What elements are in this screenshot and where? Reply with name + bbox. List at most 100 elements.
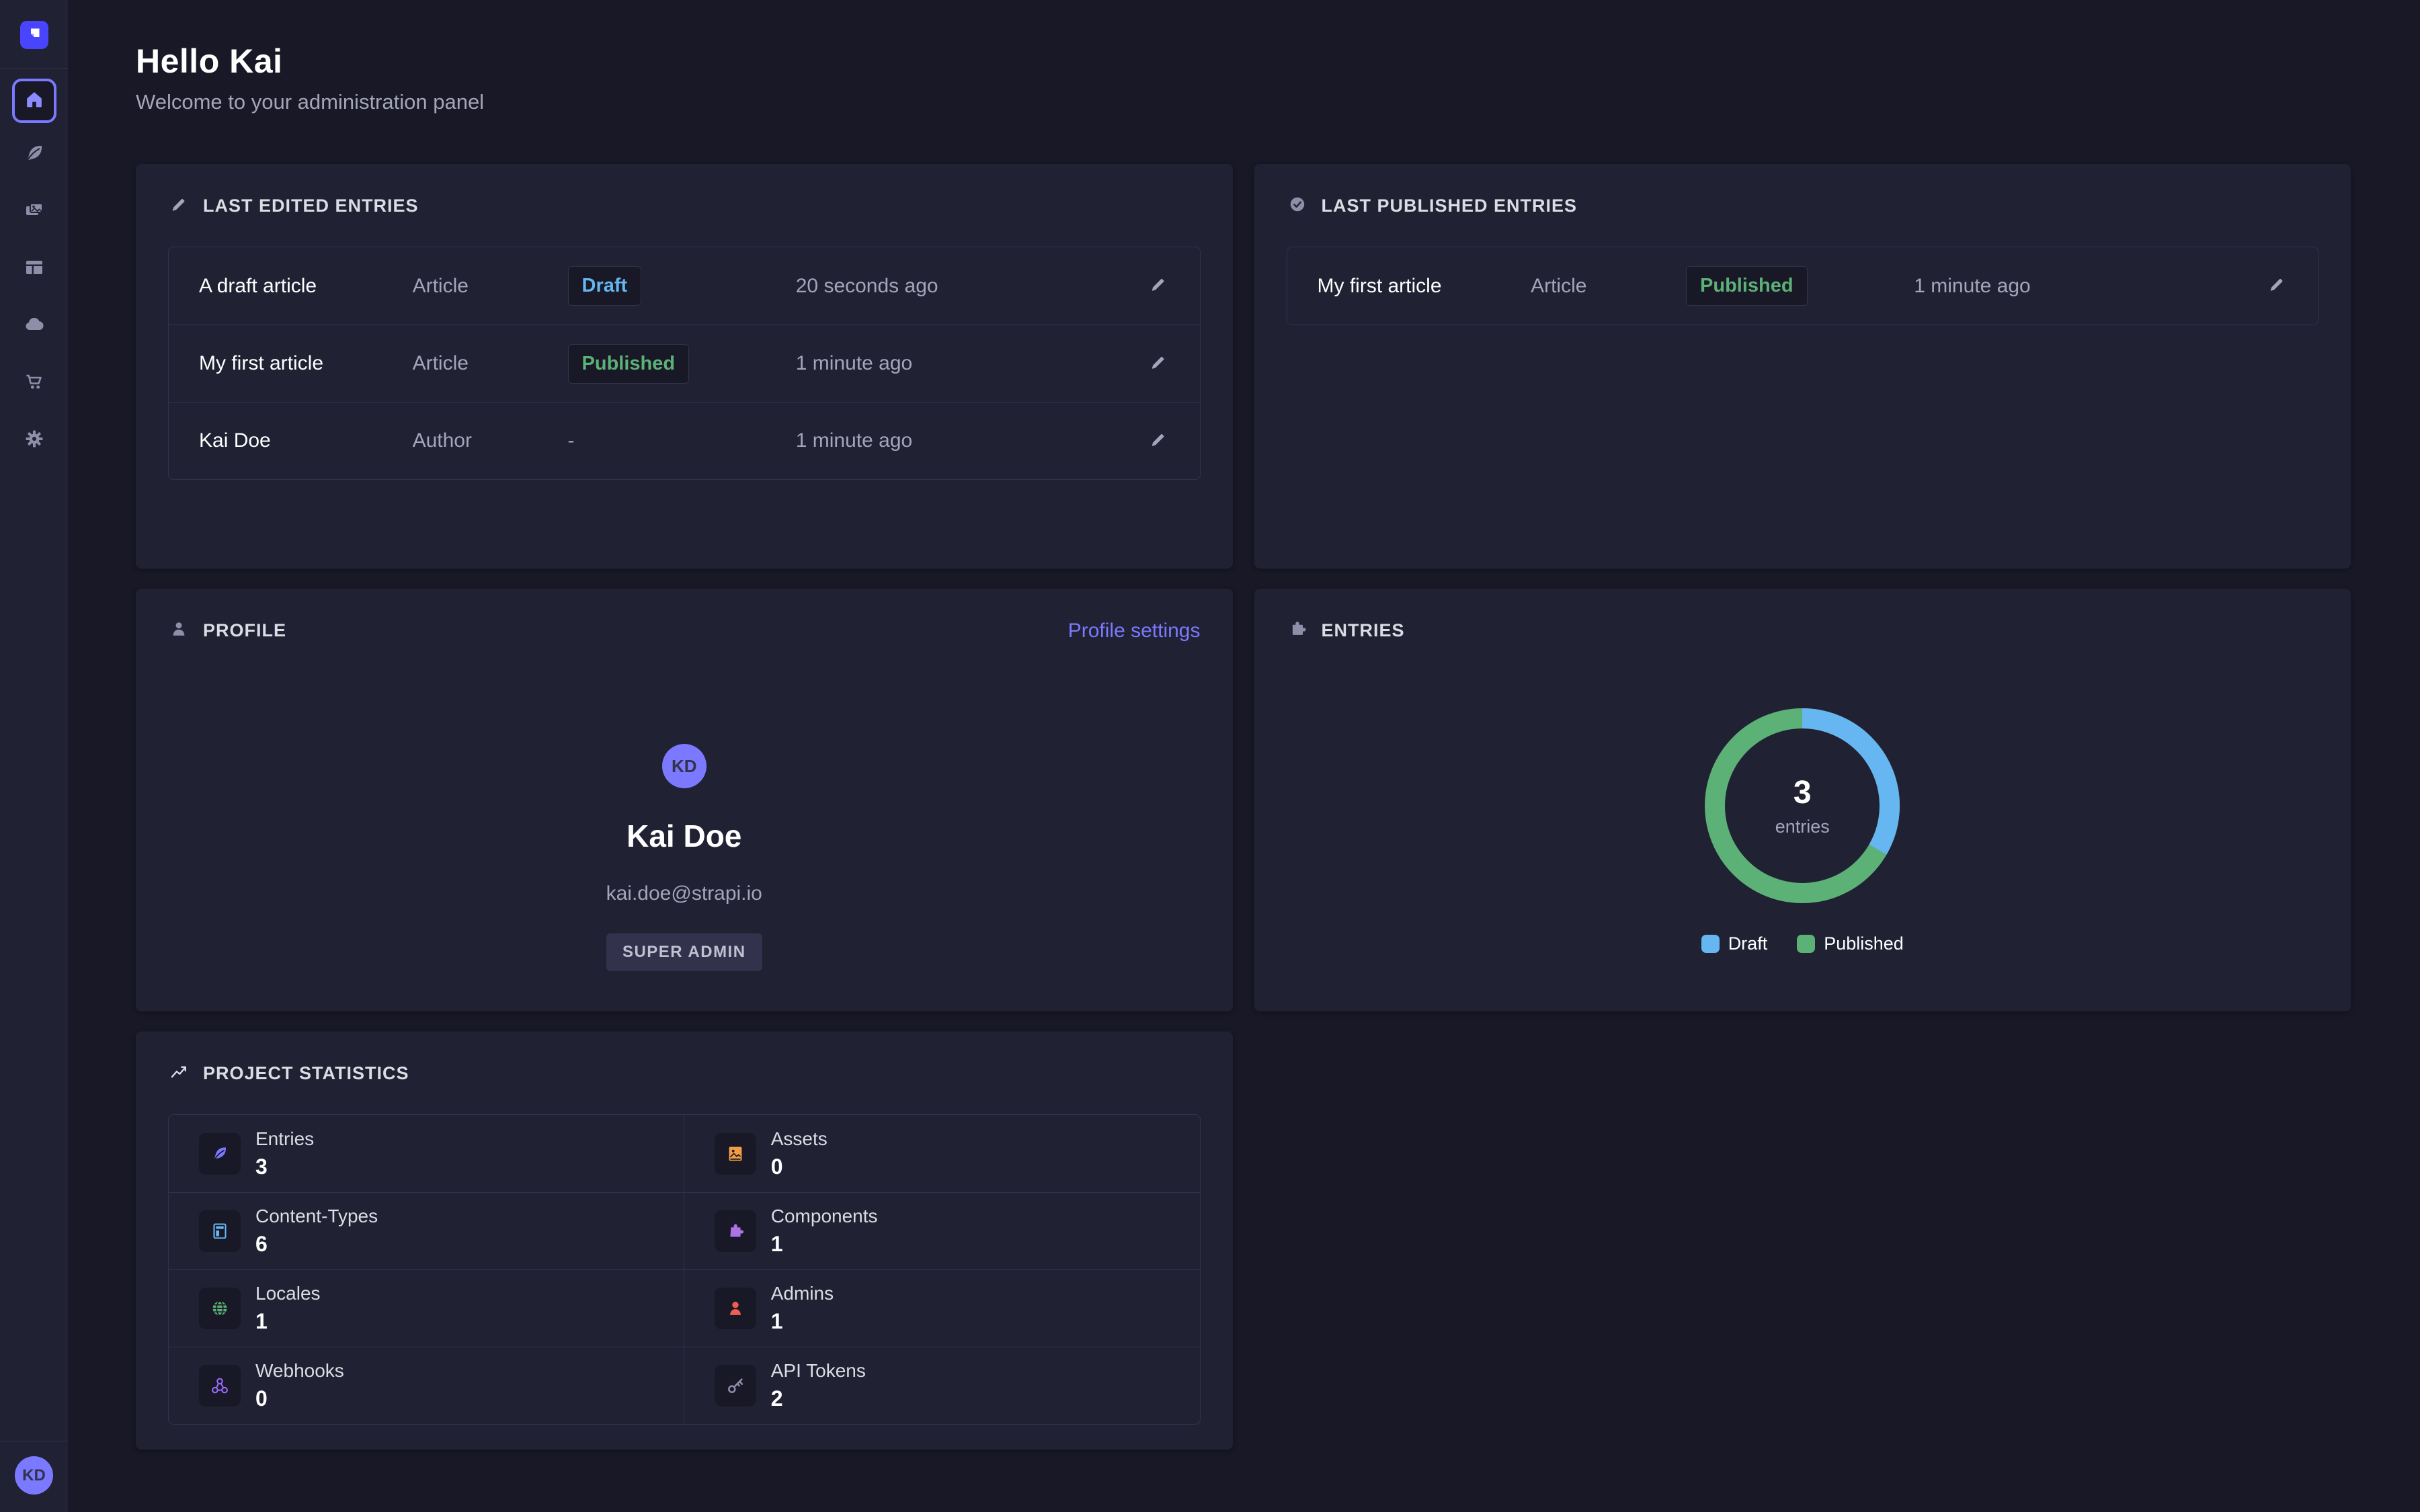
card-title: LAST EDITED ENTRIES xyxy=(203,196,419,216)
sidebar-divider xyxy=(0,68,68,69)
entry-name: A draft article xyxy=(199,275,413,298)
entries-unit: entries xyxy=(1775,816,1830,837)
stat-value: 3 xyxy=(255,1154,314,1179)
entry-time: 1 minute ago xyxy=(1914,275,2190,298)
stat-assets: Assets 0 xyxy=(684,1115,1200,1192)
entry-type: Article xyxy=(1531,275,1686,298)
pencil-icon xyxy=(1147,286,1169,298)
sidebar-item-home[interactable] xyxy=(12,79,56,123)
last-edited-entries-card: LAST EDITED ENTRIES A draft article Arti… xyxy=(136,164,1233,569)
pencil-icon xyxy=(168,194,190,218)
sidebar-nav xyxy=(21,141,48,454)
sidebar-item-content-type-builder[interactable] xyxy=(21,255,48,282)
edit-entry-button[interactable] xyxy=(1147,274,1169,298)
stat-components: Components 1 xyxy=(684,1192,1200,1269)
profile-avatar: KD xyxy=(662,744,707,788)
stat-label: Components xyxy=(771,1206,878,1227)
card-title: LAST PUBLISHED ENTRIES xyxy=(1322,196,1578,216)
stat-label: Assets xyxy=(771,1128,828,1150)
puzzle-icon xyxy=(715,1210,756,1252)
stat-admins: Admins 1 xyxy=(684,1269,1200,1347)
main-content: Hello Kai Welcome to your administration… xyxy=(68,0,2420,1512)
pictures-icon xyxy=(715,1133,756,1175)
stat-value: 1 xyxy=(255,1309,321,1334)
strapi-logo-icon xyxy=(24,24,44,47)
table-row[interactable]: A draft article Article Draft 20 seconds… xyxy=(169,247,1200,325)
status-badge: Published xyxy=(1686,266,1808,306)
stat-value: 1 xyxy=(771,1309,834,1334)
key-icon xyxy=(715,1365,756,1406)
feather-icon xyxy=(199,1133,241,1175)
cart-icon xyxy=(22,370,46,397)
person-icon xyxy=(168,618,190,643)
profile-settings-link[interactable]: Profile settings xyxy=(1068,620,1201,642)
status-badge: Draft xyxy=(568,266,642,306)
stat-label: Entries xyxy=(255,1128,314,1150)
profile-email: kai.doe@strapi.io xyxy=(606,882,762,905)
entry-name: Kai Doe xyxy=(199,429,413,452)
home-icon xyxy=(23,88,46,114)
stat-content-types: Content-Types 6 xyxy=(169,1192,684,1269)
trend-up-icon xyxy=(168,1061,190,1086)
entry-name: My first article xyxy=(1318,275,1531,298)
status-empty: - xyxy=(568,429,575,452)
stat-value: 2 xyxy=(771,1386,866,1411)
table-row[interactable]: My first article Article Published 1 min… xyxy=(1287,247,2318,325)
entry-type: Author xyxy=(413,429,568,452)
stat-entries: Entries 3 xyxy=(169,1115,684,1192)
project-statistics-card: PROJECT STATISTICS Entries 3 xyxy=(136,1032,1233,1450)
check-circle-icon xyxy=(1287,194,1308,218)
pencil-icon xyxy=(2266,286,2288,298)
stat-api-tokens: API Tokens 2 xyxy=(684,1347,1200,1424)
layout-icon xyxy=(199,1210,241,1252)
gear-icon xyxy=(22,427,46,454)
cloud-icon xyxy=(22,312,46,340)
page-title: Hello Kai xyxy=(136,42,2351,81)
edit-entry-button[interactable] xyxy=(2266,274,2288,298)
stat-value: 0 xyxy=(771,1154,828,1179)
stat-label: API Tokens xyxy=(771,1360,866,1382)
sidebar-item-deploy[interactable] xyxy=(21,312,48,339)
entry-time: 1 minute ago xyxy=(796,352,1072,375)
entry-name: My first article xyxy=(199,352,413,375)
page-subtitle: Welcome to your administration panel xyxy=(136,90,2351,114)
draft-swatch xyxy=(1701,935,1720,953)
person-icon xyxy=(715,1288,756,1329)
globe-icon xyxy=(199,1288,241,1329)
stat-label: Admins xyxy=(771,1283,834,1304)
last-published-table: My first article Article Published 1 min… xyxy=(1287,247,2319,325)
card-title: PROFILE xyxy=(203,620,286,641)
layout-icon xyxy=(22,255,46,283)
entries-count: 3 xyxy=(1793,774,1812,811)
entries-card: ENTRIES 3 entries Draft xyxy=(1254,589,2351,1011)
sidebar-item-content-manager[interactable] xyxy=(21,141,48,168)
statistics-table: Entries 3 Assets 0 xyxy=(168,1114,1201,1425)
role-badge: SUPER ADMIN xyxy=(606,933,762,971)
status-badge: Published xyxy=(568,344,690,384)
feather-icon xyxy=(22,141,46,169)
profile-card: PROFILE Profile settings KD Kai Doe kai.… xyxy=(136,589,1233,1011)
entries-donut-chart: 3 entries xyxy=(1701,705,1903,907)
sidebar-item-settings[interactable] xyxy=(21,427,48,454)
sidebar-item-marketplace[interactable] xyxy=(21,370,48,396)
entry-time: 1 minute ago xyxy=(796,429,1072,452)
profile-name: Kai Doe xyxy=(627,818,741,854)
entry-time: 20 seconds ago xyxy=(796,275,1072,298)
sidebar-item-media-library[interactable] xyxy=(21,198,48,225)
stat-value: 0 xyxy=(255,1386,344,1411)
edit-entry-button[interactable] xyxy=(1147,429,1169,454)
edit-entry-button[interactable] xyxy=(1147,351,1169,376)
table-row[interactable]: Kai Doe Author - 1 minute ago xyxy=(169,402,1200,479)
webhook-icon xyxy=(199,1365,241,1406)
strapi-logo[interactable] xyxy=(20,21,48,49)
table-row[interactable]: My first article Article Published 1 min… xyxy=(169,325,1200,402)
sidebar-user-avatar[interactable]: KD xyxy=(15,1456,53,1495)
card-title: PROJECT STATISTICS xyxy=(203,1063,409,1084)
last-published-entries-card: LAST PUBLISHED ENTRIES My first article … xyxy=(1254,164,2351,569)
card-title: ENTRIES xyxy=(1322,620,1405,641)
last-edited-table: A draft article Article Draft 20 seconds… xyxy=(168,247,1201,480)
stat-label: Content-Types xyxy=(255,1206,378,1227)
pictures-icon xyxy=(22,198,46,226)
published-swatch xyxy=(1797,935,1815,953)
stat-webhooks: Webhooks 0 xyxy=(169,1347,684,1424)
